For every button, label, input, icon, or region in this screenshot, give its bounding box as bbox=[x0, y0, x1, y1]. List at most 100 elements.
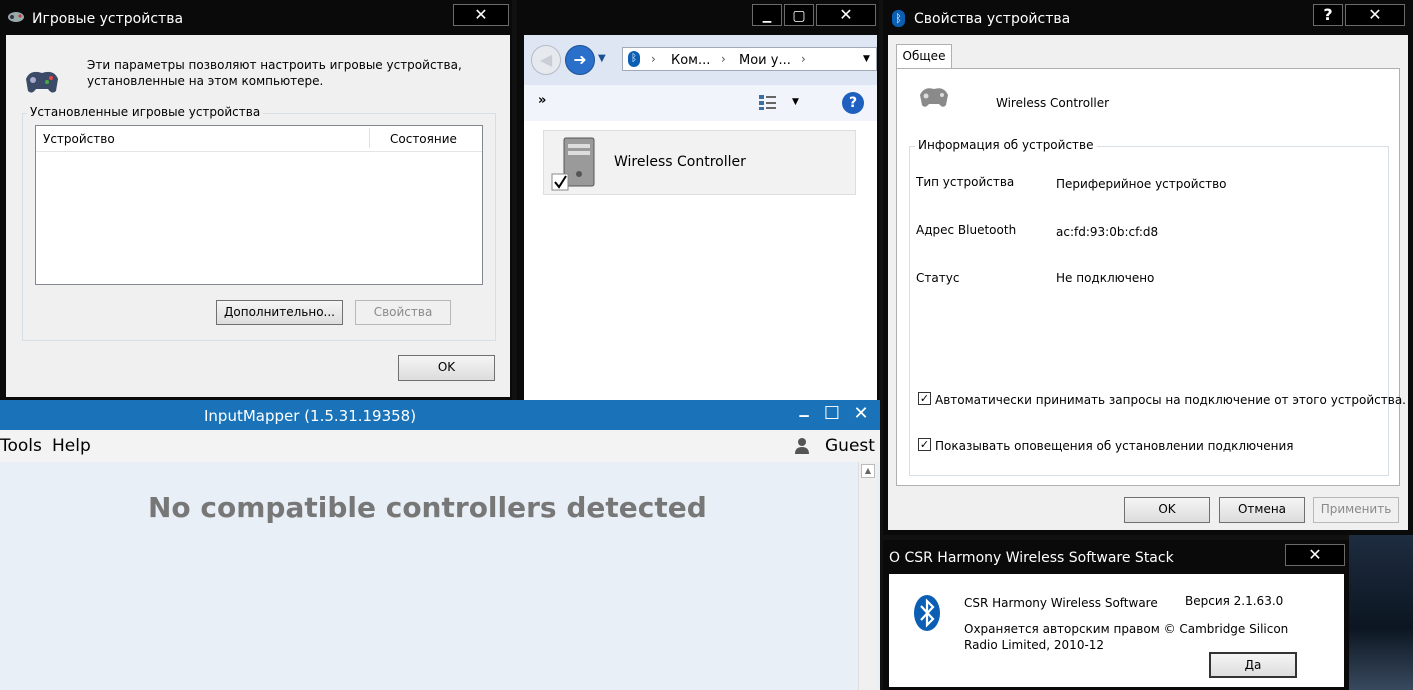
view-options-icon[interactable] bbox=[758, 93, 780, 111]
scrollbar[interactable]: ▲ bbox=[858, 462, 877, 690]
devices-list[interactable]: Устройство Состояние bbox=[35, 125, 483, 285]
cancel-button[interactable]: Отмена bbox=[1219, 497, 1305, 523]
csr-body: CSR Harmony Wireless Software Версия 2.1… bbox=[889, 574, 1344, 687]
device-name: Wireless Controller bbox=[996, 96, 1110, 110]
close-button[interactable]: ✕ bbox=[816, 4, 876, 26]
properties-button[interactable]: Свойства bbox=[355, 300, 451, 325]
yes-button[interactable]: Да bbox=[1209, 652, 1297, 678]
close-icon: ✕ bbox=[1308, 545, 1322, 564]
product-name: CSR Harmony Wireless Software bbox=[964, 596, 1158, 610]
version-text: Версия 2.1.63.0 bbox=[1185, 594, 1284, 608]
explorer-content: Wireless Controller bbox=[524, 121, 877, 400]
show-notifications-label[interactable]: Показывать оповещения об установлении по… bbox=[935, 439, 1293, 453]
back-arrow-icon: ◀ bbox=[539, 50, 553, 69]
computer-device-icon bbox=[550, 136, 602, 192]
close-button[interactable]: ✕ bbox=[1345, 4, 1405, 26]
help-icon: ? bbox=[848, 95, 858, 111]
minimize-button[interactable]: ▁ bbox=[793, 403, 815, 427]
properties-body: Общее Wireless Controller Информация об … bbox=[888, 35, 1408, 530]
minimize-icon: ▁ bbox=[762, 10, 772, 23]
group-label: Установленные игровые устройства bbox=[27, 105, 264, 119]
maximize-button[interactable]: ☐ bbox=[821, 403, 843, 427]
tab-general[interactable]: Общее bbox=[896, 44, 952, 69]
explorer-toolbar: » ▼ ? bbox=[524, 85, 877, 122]
menu-help[interactable]: Help bbox=[52, 436, 91, 456]
help-button[interactable]: ? bbox=[1313, 4, 1343, 26]
bluetooth-icon: ᛒ bbox=[892, 10, 905, 27]
minimize-icon: ▁ bbox=[799, 403, 809, 417]
device-type-value: Периферийное устройство bbox=[1056, 177, 1227, 191]
device-info-group bbox=[909, 146, 1389, 476]
close-icon: ✕ bbox=[853, 403, 869, 424]
chevron-right-icon: › bbox=[651, 52, 656, 66]
window-title: InputMapper (1.5.31.19358) bbox=[204, 407, 417, 425]
device-name: Wireless Controller bbox=[614, 154, 746, 170]
ok-button[interactable]: OK bbox=[1124, 497, 1210, 523]
breadcrumb-item-computer[interactable]: Ком... bbox=[671, 53, 710, 68]
column-device[interactable]: Устройство bbox=[43, 132, 115, 146]
forward-button[interactable]: ➜ bbox=[565, 45, 595, 75]
description-text: Эти параметры позволяют настроить игровы… bbox=[87, 58, 462, 88]
explorer-nav-bar: ◀ ➜ ▼ ᛒ › Ком... › Мои у... › ▼ bbox=[524, 35, 877, 85]
inputmapper-titlebar: InputMapper (1.5.31.19358) ▁ ☐ ✕ bbox=[0, 400, 880, 430]
ok-button[interactable]: OK bbox=[398, 355, 495, 381]
toolbar-overflow-button[interactable]: » bbox=[538, 93, 546, 108]
scroll-up-icon[interactable]: ▲ bbox=[861, 464, 875, 478]
help-icon: ? bbox=[1323, 5, 1333, 24]
minimize-button[interactable]: ▁ bbox=[752, 4, 782, 26]
status-value: Не подключено bbox=[1056, 271, 1155, 285]
tab-page: Wireless Controller Информация об устрой… bbox=[896, 68, 1406, 486]
close-icon: ✕ bbox=[839, 5, 853, 24]
explorer-window: ▁ ▢ ✕ ◀ ➜ ▼ ᛒ › Ком... › Мои у... › ▼ » … bbox=[517, 0, 879, 400]
chevron-right-icon: › bbox=[721, 52, 726, 66]
user-name[interactable]: Guest bbox=[825, 436, 875, 456]
user-icon bbox=[794, 437, 810, 455]
bluetooth-icon: ᛒ bbox=[628, 51, 640, 67]
address-bar[interactable]: ᛒ › Ком... › Мои у... › ▼ bbox=[622, 47, 877, 71]
history-dropdown-icon[interactable]: ▼ bbox=[598, 53, 606, 64]
device-type-label: Тип устройства bbox=[916, 175, 1015, 189]
inputmapper-menubar: Tools Help Guest bbox=[0, 430, 880, 462]
close-icon: ✕ bbox=[1368, 5, 1382, 24]
csr-about-window: О CSR Harmony Wireless Software Stack ✕ … bbox=[883, 540, 1349, 690]
breadcrumb-item-devices[interactable]: Мои у... bbox=[739, 53, 791, 68]
window-title: О CSR Harmony Wireless Software Stack bbox=[889, 550, 1174, 566]
back-button[interactable]: ◀ bbox=[531, 45, 561, 75]
list-header: Устройство Состояние bbox=[36, 126, 482, 152]
close-button[interactable]: ✕ bbox=[1285, 544, 1345, 566]
maximize-button[interactable]: ▢ bbox=[784, 4, 814, 26]
device-info-label: Информация об устройстве bbox=[915, 138, 1097, 152]
close-button[interactable]: ✕ bbox=[453, 4, 509, 26]
tab-label: Общее bbox=[902, 49, 946, 63]
forward-arrow-icon: ➜ bbox=[573, 50, 587, 69]
bluetooth-address-label: Адрес Bluetooth bbox=[916, 223, 1017, 237]
auto-accept-checkbox[interactable]: ✓ bbox=[918, 392, 931, 405]
chevron-right-icon: › bbox=[801, 52, 806, 66]
auto-accept-label[interactable]: Автоматически принимать запросы на подкл… bbox=[935, 393, 1406, 407]
game-devices-window: Игровые устройства ✕ Эти параметры позво… bbox=[0, 0, 512, 400]
bluetooth-logo-icon bbox=[913, 594, 941, 632]
no-controllers-message: No compatible controllers detected bbox=[148, 491, 707, 524]
column-status[interactable]: Состояние bbox=[390, 132, 457, 146]
close-button[interactable]: ✕ bbox=[849, 403, 873, 427]
column-divider bbox=[369, 128, 370, 148]
inputmapper-window: InputMapper (1.5.31.19358) ▁ ☐ ✕ Tools H… bbox=[0, 400, 880, 690]
gamepad-icon bbox=[917, 83, 951, 111]
view-dropdown-icon[interactable]: ▼ bbox=[792, 97, 799, 107]
desktop-background bbox=[1349, 535, 1413, 690]
gamepad-large-icon bbox=[22, 65, 62, 97]
window-title: Игровые устройства bbox=[32, 11, 184, 27]
menu-tools[interactable]: Tools bbox=[0, 436, 42, 456]
window-title: Свойства устройства bbox=[914, 11, 1071, 27]
apply-button[interactable]: Применить bbox=[1313, 497, 1399, 523]
close-icon: ✕ bbox=[474, 5, 488, 24]
address-dropdown-icon[interactable]: ▼ bbox=[863, 54, 870, 64]
show-notifications-checkbox[interactable]: ✓ bbox=[918, 438, 931, 451]
device-properties-window: ᛒ Свойства устройства ? ✕ Общее Wireless… bbox=[883, 0, 1413, 535]
game-devices-body: Эти параметры позволяют настроить игровы… bbox=[6, 35, 510, 397]
device-tile[interactable]: Wireless Controller bbox=[543, 130, 856, 195]
help-button[interactable]: ? bbox=[842, 92, 864, 114]
status-label: Статус bbox=[916, 271, 960, 285]
advanced-button[interactable]: Дополнительно... bbox=[216, 300, 343, 325]
copyright-text: Охраняется авторским правом © Cambridge … bbox=[964, 622, 1289, 652]
